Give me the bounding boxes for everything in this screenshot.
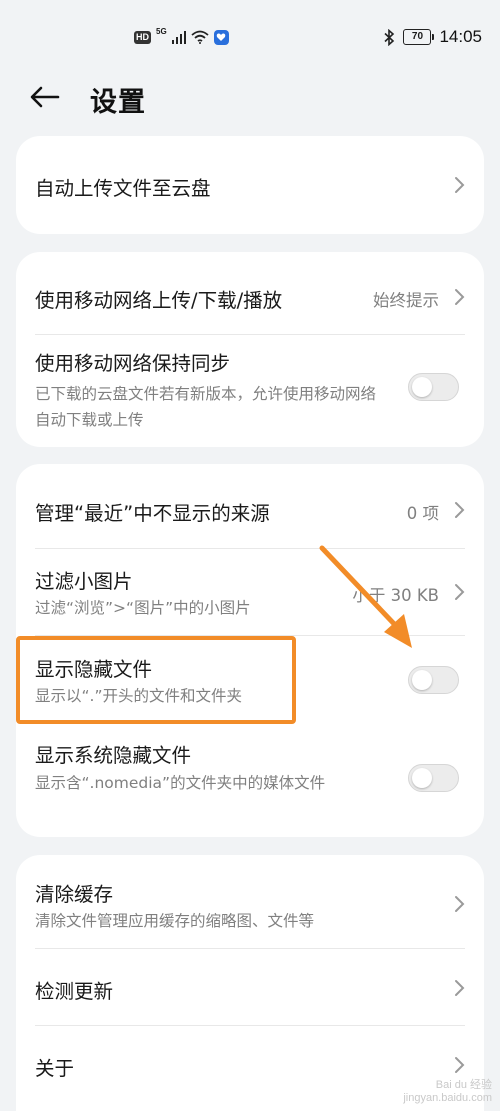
- watermark: Bai du 经验 jingyan.baidu.com: [403, 1079, 492, 1105]
- watermark-line1: Bai du 经验: [435, 1079, 492, 1091]
- annotation-arrow-icon: [319, 545, 412, 648]
- watermark-line2: jingyan.baidu.com: [403, 1092, 492, 1104]
